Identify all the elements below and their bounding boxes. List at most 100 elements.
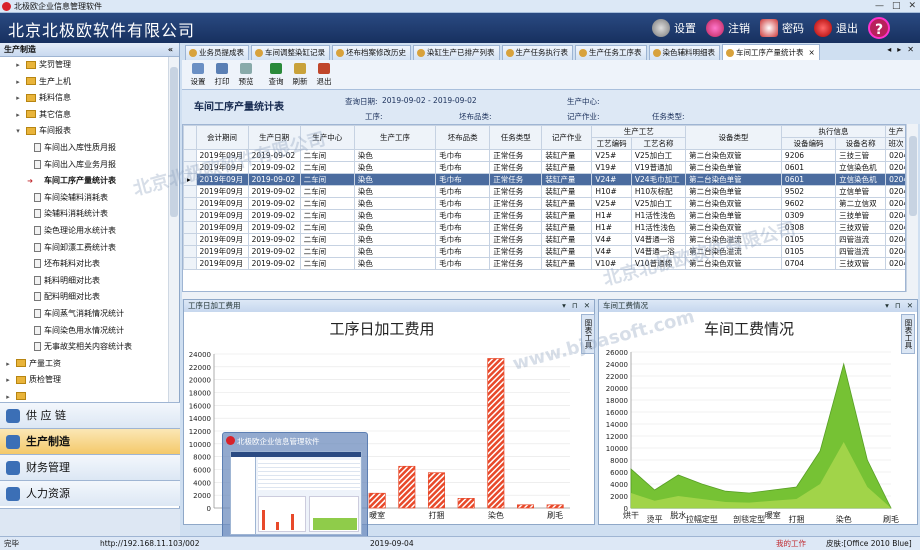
- chevron-right-icon[interactable]: ▸: [4, 356, 12, 373]
- table-cell[interactable]: 二车间: [299, 161, 355, 174]
- tab-item[interactable]: 业务员提成表: [185, 45, 249, 60]
- table-cell[interactable]: 第二立信双: [835, 197, 887, 210]
- minimize-icon[interactable]: —: [875, 0, 884, 13]
- table-cell[interactable]: 2019年09月: [195, 257, 249, 270]
- table-cell[interactable]: 正常任务: [489, 185, 543, 198]
- table-cell[interactable]: 0204: [885, 233, 905, 246]
- table-cell[interactable]: 9602: [780, 197, 837, 210]
- tab-item[interactable]: 生产任务工序表: [575, 45, 647, 60]
- table-cell[interactable]: 三技单管: [835, 209, 887, 222]
- table-cell[interactable]: 二车间: [299, 245, 355, 258]
- skin-selector[interactable]: 皮肤:[Office 2010 Blue]: [826, 537, 912, 550]
- tab-item[interactable]: 车间工序产量统计表 ×: [722, 44, 820, 60]
- table-cell[interactable]: 0601: [780, 161, 837, 174]
- chevron-right-icon[interactable]: ▸: [14, 90, 22, 107]
- table-cell[interactable]: 第二台染色单管: [685, 185, 782, 198]
- table-cell[interactable]: 第二台染色双管: [685, 221, 782, 234]
- table-cell[interactable]: 2019年09月: [195, 161, 249, 174]
- table-cell[interactable]: 9206: [780, 149, 837, 162]
- table-cell[interactable]: 第二台染色溢流: [685, 245, 782, 258]
- col-header[interactable]: 设备编码: [780, 137, 837, 150]
- my-work-link[interactable]: 我的工作: [776, 537, 806, 550]
- table-cell[interactable]: 染色: [353, 209, 437, 222]
- tree-folder-item[interactable]: ▸ 产量工资: [0, 356, 168, 373]
- table-cell[interactable]: 0204: [885, 161, 905, 174]
- table-cell[interactable]: 二车间: [299, 221, 355, 234]
- nav-module-button[interactable]: 人力资源: [0, 480, 180, 506]
- tree-report-item[interactable]: 染色理论用水统计表: [0, 223, 168, 240]
- table-cell[interactable]: H1#: [591, 209, 632, 222]
- table-cell[interactable]: V10#: [591, 257, 632, 270]
- pin-icon[interactable]: ▾: [885, 300, 889, 312]
- tab-item[interactable]: 坯布档案修改历史: [332, 45, 411, 60]
- table-cell[interactable]: 0204: [885, 209, 905, 222]
- table-cell[interactable]: 毛巾布: [435, 257, 491, 270]
- tree-report-item[interactable]: 车间染辅料消耗表: [0, 190, 168, 207]
- row-indicator[interactable]: [183, 209, 197, 222]
- nav-module-button[interactable]: 财务管理: [0, 454, 180, 480]
- nav-module-button[interactable]: 生产制造: [0, 428, 180, 454]
- table-cell[interactable]: 正常任务: [489, 245, 543, 258]
- table-cell[interactable]: V24#: [591, 173, 632, 186]
- table-cell[interactable]: 毛巾布: [435, 185, 491, 198]
- table-row[interactable]: 2019年09月 2019-09-02 二车间 染色 毛巾布 正常任务 装缸产量 V10# V1…: [183, 257, 905, 270]
- row-indicator[interactable]: [183, 161, 197, 174]
- row-indicator[interactable]: [183, 221, 197, 234]
- table-cell[interactable]: V19普通加: [630, 161, 687, 174]
- toolbar-button[interactable]: 预览: [236, 61, 256, 89]
- table-cell[interactable]: 2019年09月: [195, 233, 249, 246]
- tree-folder-item[interactable]: ▸ 质检管理: [0, 372, 168, 389]
- table-cell[interactable]: 0105: [780, 245, 837, 258]
- table-cell[interactable]: 第二台染色双管: [685, 197, 782, 210]
- tab-item[interactable]: 染缸生产已排产列表: [413, 45, 500, 60]
- table-cell[interactable]: 染色: [353, 161, 437, 174]
- col-header[interactable]: 会计期间: [195, 125, 249, 150]
- maximize-icon[interactable]: □: [892, 0, 901, 13]
- chart-tools-tab[interactable]: 图表工具: [901, 314, 915, 354]
- chevron-right-icon[interactable]: ▸: [4, 372, 12, 389]
- table-cell[interactable]: 毛巾布: [435, 245, 491, 258]
- table-cell[interactable]: 正常任务: [489, 233, 543, 246]
- toolbar-button[interactable]: 设置: [188, 61, 208, 89]
- tree-folder-item[interactable]: ▾ 车间报表: [0, 123, 168, 140]
- table-cell[interactable]: 毛巾布: [435, 161, 491, 174]
- password-button[interactable]: 密码: [760, 15, 804, 41]
- table-cell[interactable]: 染色: [353, 245, 437, 258]
- table-cell[interactable]: 0204: [885, 197, 905, 210]
- row-indicator[interactable]: [183, 185, 197, 198]
- table-cell[interactable]: 立信染色机: [835, 173, 887, 186]
- table-cell[interactable]: 0308: [780, 221, 837, 234]
- table-row[interactable]: 2019年09月 2019-09-02 二车间 染色 毛巾布 正常任务 装缸产量 V25# V2…: [183, 149, 905, 162]
- col-header[interactable]: 设备类型: [685, 125, 782, 150]
- table-cell[interactable]: 装缸产量: [541, 149, 593, 162]
- col-header[interactable]: 班次: [885, 137, 905, 150]
- table-cell[interactable]: 2019-09-02: [247, 221, 301, 234]
- table-cell[interactable]: 2019年09月: [195, 209, 249, 222]
- tree-report-item[interactable]: 配料明细对比表: [0, 289, 168, 306]
- table-cell[interactable]: 9502: [780, 185, 837, 198]
- table-cell[interactable]: 二车间: [299, 209, 355, 222]
- tree-folder-item[interactable]: ▸ 奖罚管理: [0, 57, 168, 74]
- col-header[interactable]: 工艺名称: [630, 137, 687, 150]
- table-cell[interactable]: 染色: [353, 197, 437, 210]
- table-cell[interactable]: H10#: [591, 185, 632, 198]
- tree-report-item[interactable]: 坯布耗料对比表: [0, 256, 168, 273]
- table-cell[interactable]: 2019年09月: [195, 197, 249, 210]
- table-cell[interactable]: 0105: [780, 233, 837, 246]
- row-indicator[interactable]: [183, 233, 197, 246]
- table-cell[interactable]: 0309: [780, 209, 837, 222]
- table-cell[interactable]: 2019-09-02: [247, 161, 301, 174]
- table-cell[interactable]: 0601: [780, 173, 837, 186]
- table-cell[interactable]: 0204: [885, 221, 905, 234]
- table-cell[interactable]: H10灰棕配: [630, 185, 687, 198]
- tree-report-item[interactable]: 车间出入库业务月报: [0, 157, 168, 174]
- tree-report-item[interactable]: 耗料明细对比表: [0, 273, 168, 290]
- table-cell[interactable]: 毛巾布: [435, 173, 491, 186]
- logout-button[interactable]: 注销: [706, 15, 750, 41]
- toolbar-button[interactable]: 打印: [212, 61, 232, 89]
- table-cell[interactable]: 2019年09月: [195, 245, 249, 258]
- row-indicator[interactable]: ▸: [183, 173, 197, 186]
- table-cell[interactable]: H1#: [591, 221, 632, 234]
- table-cell[interactable]: H1活性浅色: [630, 209, 687, 222]
- table-row[interactable]: 2019年09月 2019-09-02 二车间 染色 毛巾布 正常任务 装缸产量 V4# V4普…: [183, 245, 905, 258]
